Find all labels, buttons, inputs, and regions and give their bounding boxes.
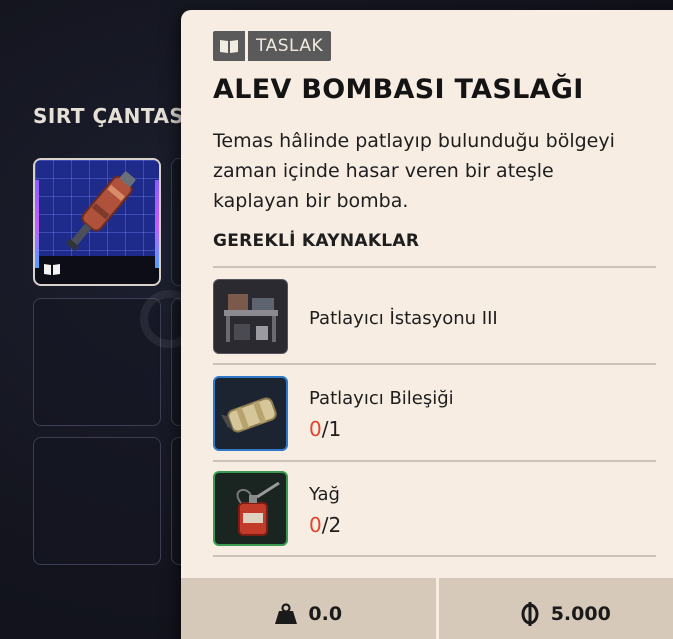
item-description: Temas hâlinde patlayıp bulunduğu bölgeyi… <box>213 130 615 212</box>
item-type-label: TASLAK <box>248 31 332 61</box>
resource-count: 0/1 <box>309 417 341 441</box>
weight-stat: 0.0 <box>181 578 436 639</box>
item-type-tag: TASLAK <box>213 31 332 61</box>
rarity-glow <box>155 180 159 268</box>
resource-name: Patlayıcı İstasyonu III <box>309 308 498 329</box>
divider <box>213 266 656 268</box>
owned-count: 0 <box>309 417 322 441</box>
explosive-compound-icon <box>213 376 288 451</box>
fire-bomb-icon <box>65 171 136 252</box>
inventory-slot-selected[interactable] <box>33 158 161 286</box>
value-amount: 5.000 <box>550 603 611 625</box>
workbench-icon <box>213 279 288 354</box>
required-count: /2 <box>321 513 342 537</box>
resource-name: Yağ <box>309 484 340 505</box>
blueprint-book-icon <box>213 31 245 61</box>
resource-name: Patlayıcı Bileşiği <box>309 388 454 409</box>
coin-icon <box>521 602 539 626</box>
backpack-title: SIRT ÇANTASI <box>33 104 193 128</box>
required-count: /1 <box>321 417 342 441</box>
item-tooltip: TASLAK ALEV BOMBASI TASLAĞI Temas hâlind… <box>181 10 673 639</box>
oil-can-icon <box>213 471 288 546</box>
inventory-slot-empty[interactable] <box>33 437 161 565</box>
rarity-glow <box>35 180 39 268</box>
item-title: ALEV BOMBASI TASLAĞI <box>213 74 584 105</box>
weight-value: 0.0 <box>308 603 343 625</box>
value-stat: 5.000 <box>438 578 673 639</box>
blueprint-book-icon <box>44 264 60 275</box>
divider <box>213 363 656 365</box>
item-stats-footer: 0.0 5.000 <box>181 578 673 639</box>
requirements-heading: GEREKLİ KAYNAKLAR <box>213 231 420 251</box>
divider <box>213 555 656 557</box>
divider <box>213 460 656 462</box>
weight-icon <box>275 603 298 624</box>
owned-count: 0 <box>309 513 322 537</box>
resource-count: 0/2 <box>309 513 341 537</box>
